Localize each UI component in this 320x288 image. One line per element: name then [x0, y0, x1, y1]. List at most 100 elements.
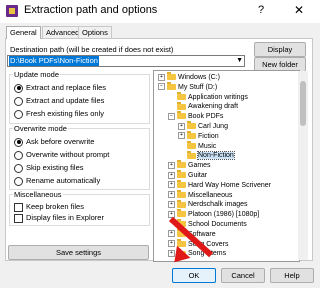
- tree-node-label: Awakening draft: [188, 103, 239, 111]
- folder-tree[interactable]: + Windows (C:) − My Stuff (D:) Application w…: [153, 70, 300, 262]
- update-mode-group: Update mode Extract and replace files Ex…: [9, 70, 150, 124]
- folder-icon: [167, 72, 176, 81]
- tree-expander-icon[interactable]: −: [158, 83, 165, 91]
- scrollbar-thumb[interactable]: [300, 81, 306, 126]
- radio-icon: [14, 176, 23, 186]
- tree-expander-icon[interactable]: +: [168, 171, 175, 179]
- tree-expander-icon[interactable]: +: [178, 132, 185, 140]
- chevron-down-icon[interactable]: ▼: [236, 57, 243, 64]
- tree-node[interactable]: Non-Fiction: [178, 150, 235, 161]
- folder-icon: [177, 160, 186, 169]
- tree-node-label: Windows (C:): [178, 74, 221, 81]
- radio-extract-replace[interactable]: Extract and replace files: [14, 83, 106, 93]
- destination-path-value: D:\Book PDFs\Non-Fiction: [9, 56, 99, 66]
- tree-node[interactable]: + Miscellaneous: [168, 189, 233, 200]
- tree-node-label: Fiction: [198, 132, 219, 140]
- tree-expander-icon[interactable]: +: [168, 240, 175, 248]
- tree-node[interactable]: − Book PDFs: [168, 111, 224, 121]
- tree-scrollbar[interactable]: [298, 71, 308, 260]
- radio-fresh-existing[interactable]: Fresh existing files only: [14, 109, 104, 119]
- folder-icon: [167, 81, 176, 90]
- radio-icon: [14, 163, 23, 173]
- folder-icon: [177, 170, 186, 179]
- tree-node-label: Application writings: [188, 93, 248, 101]
- radio-skip-existing[interactable]: Skip existing files: [14, 163, 84, 173]
- checkbox-display-explorer[interactable]: Display files in Explorer: [14, 213, 104, 223]
- radio-selected-icon: [14, 137, 23, 147]
- tree-expander-icon[interactable]: +: [168, 230, 175, 238]
- tree-node[interactable]: + Fiction: [178, 130, 219, 141]
- tree-expander-icon[interactable]: +: [168, 201, 175, 209]
- tree-expander-icon[interactable]: +: [178, 122, 185, 130]
- tree-node[interactable]: Awakening draft: [168, 101, 239, 111]
- folder-icon: [177, 238, 186, 247]
- display-button[interactable]: Display: [254, 42, 306, 57]
- tree-node[interactable]: Application writings: [168, 91, 248, 102]
- tree-node-label: Book PDFs: [188, 113, 224, 121]
- tree-node-label: School Documents: [188, 221, 247, 228]
- cancel-button[interactable]: Cancel: [221, 268, 265, 283]
- checkbox-icon: [14, 213, 23, 223]
- tree-node[interactable]: − My Stuff (D:): [158, 81, 218, 92]
- checkbox-keep-broken[interactable]: Keep broken files: [14, 202, 84, 212]
- winrar-app-icon: [6, 5, 18, 17]
- checkbox-icon: [14, 202, 23, 212]
- tree-node[interactable]: + Nerdschalk images: [168, 199, 248, 209]
- tree-node[interactable]: + Hard Way Home Scrivener: [168, 179, 271, 190]
- tree-node[interactable]: + Games: [168, 160, 211, 170]
- save-settings-button[interactable]: Save settings: [8, 245, 149, 260]
- tree-node[interactable]: + Guitar: [168, 170, 208, 180]
- folder-icon: [187, 130, 196, 139]
- folder-icon: [187, 150, 196, 159]
- tree-node[interactable]: + Platoon (1986) [1080p]: [168, 209, 260, 219]
- help-title-button[interactable]: ?: [258, 4, 264, 16]
- window-title: Extraction path and options: [24, 4, 158, 16]
- radio-extract-update[interactable]: Extract and update files: [14, 96, 104, 106]
- folder-icon: [177, 101, 186, 110]
- tree-expander-icon[interactable]: +: [168, 161, 175, 169]
- folder-icon: [177, 91, 186, 100]
- overwrite-mode-group: Overwrite mode Ask before overwrite Over…: [9, 124, 150, 190]
- tree-node-label: Platoon (1986) [1080p]: [188, 211, 260, 219]
- tree-expander-icon[interactable]: +: [168, 181, 175, 189]
- folder-icon: [187, 121, 196, 130]
- folder-icon: [177, 179, 186, 188]
- tree-node-label: Music: [198, 142, 217, 150]
- tree-expander-icon[interactable]: +: [158, 73, 165, 81]
- tree-node-label: Miscellaneous: [188, 191, 233, 199]
- radio-overwrite-without-prompt[interactable]: Overwrite without prompt: [14, 150, 109, 160]
- radio-selected-icon: [14, 83, 23, 93]
- misc-group: Miscellaneous Keep broken files Display …: [9, 190, 150, 226]
- tab-general[interactable]: General: [6, 26, 41, 39]
- radio-rename-automatically[interactable]: Rename automatically: [14, 176, 100, 186]
- tree-node[interactable]: Music: [178, 140, 217, 151]
- close-button[interactable]: ✕: [294, 3, 304, 17]
- radio-icon: [14, 109, 23, 119]
- ok-button[interactable]: OK: [172, 268, 216, 283]
- tree-node-label: Guitar: [188, 172, 208, 179]
- destination-path-input[interactable]: D:\Book PDFs\Non-Fiction ▼: [7, 55, 245, 67]
- radio-icon: [14, 150, 23, 160]
- tab-options[interactable]: Options: [78, 26, 112, 38]
- radio-ask-before-overwrite[interactable]: Ask before overwrite: [14, 137, 94, 147]
- help-button[interactable]: Help: [270, 268, 314, 283]
- tree-expander-icon[interactable]: −: [168, 112, 175, 120]
- radio-icon: [14, 96, 23, 106]
- destination-label: Destination path (will be created if doe…: [10, 45, 174, 54]
- folder-icon: [187, 140, 196, 149]
- tree-node[interactable]: + Carl Jung: [178, 121, 228, 131]
- misc-title: Miscellaneous: [13, 190, 63, 199]
- title-bar: Extraction path and options ? ✕: [0, 0, 320, 23]
- folder-icon: [177, 189, 186, 198]
- tree-node-label: Hard Way Home Scrivener: [188, 181, 271, 189]
- tree-expander-icon[interactable]: +: [168, 191, 175, 199]
- tree-node-label: Non-Fiction: [197, 151, 235, 161]
- tree-node-label: Games: [188, 162, 211, 170]
- folder-icon: [177, 209, 186, 218]
- folder-icon: [177, 111, 186, 120]
- tree-node-label: Nerdschalk images: [188, 201, 248, 209]
- overwrite-mode-title: Overwrite mode: [13, 124, 68, 133]
- tree-node[interactable]: + Windows (C:): [158, 72, 221, 82]
- tree-node-label: My Stuff (D:): [178, 83, 218, 91]
- tree-node-label: Carl Jung: [198, 123, 228, 130]
